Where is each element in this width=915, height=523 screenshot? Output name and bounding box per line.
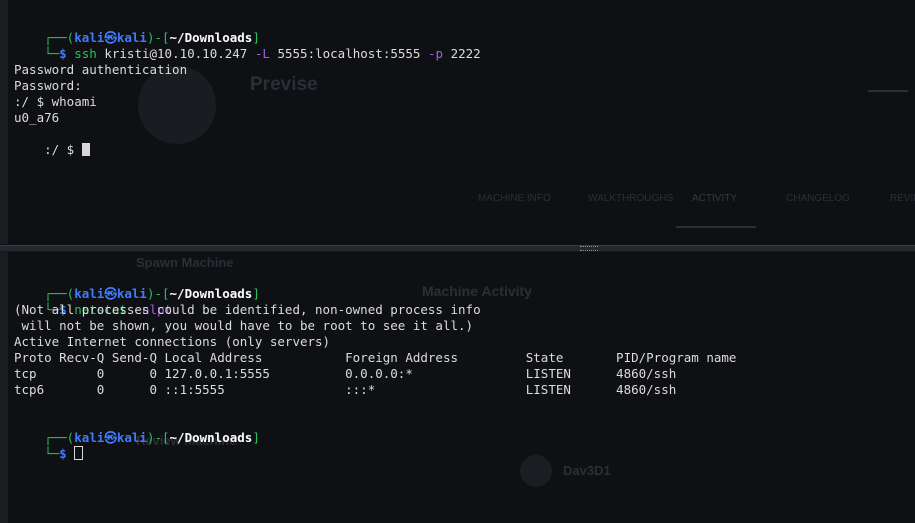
cmd-forward: 5555:localhost:5555 xyxy=(277,46,421,61)
netstat-row: tcp 0 0 127.0.0.1:5555 0.0.0.0:* LISTEN … xyxy=(14,366,677,381)
terminal-pane-top[interactable]: ┌──(kali㉿kali)-[~/Downloads] └─$ ssh kri… xyxy=(0,0,915,244)
prompt-line: ┌──(kali㉿kali)-[~/Downloads] xyxy=(14,414,260,445)
prompt-close: ] xyxy=(252,430,260,445)
pane-splitter[interactable] xyxy=(0,245,915,252)
cmd-flag-L: -L xyxy=(254,46,270,61)
prompt-host: kali xyxy=(116,430,147,445)
output-line: Password authentication xyxy=(14,62,188,77)
shell-prompt-line[interactable]: :/ $ xyxy=(14,126,90,157)
output-line: (Not all processes could be identified, … xyxy=(14,302,481,317)
top-pane-left-edge xyxy=(0,0,8,244)
active-input-line[interactable]: └─$ xyxy=(14,430,84,461)
bottom-pane-left-edge xyxy=(0,252,8,523)
output-line: Active Internet connections (only server… xyxy=(14,334,331,349)
prompt-line: ┌──(kali㉿kali)-[~/Downloads] xyxy=(14,270,260,301)
prompt-close: ] xyxy=(252,286,260,301)
command-line: └─$ netstat -nlpt xyxy=(14,286,172,317)
text-cursor xyxy=(81,143,90,156)
prompt-dir: ~/Downloads xyxy=(169,286,253,301)
prompt-dollar: $ xyxy=(59,46,75,61)
cmd-bin: ssh xyxy=(74,46,97,61)
output-line: Password: xyxy=(14,78,82,93)
netstat-header: Proto Recv-Q Send-Q Local Address Foreig… xyxy=(14,350,737,365)
output-line: will not be shown, you would have to be … xyxy=(14,318,474,333)
output-line: :/ $ whoami xyxy=(14,94,97,109)
prompt-sep: )-[ xyxy=(146,430,170,445)
terminal-pane-bottom[interactable]: ┌──(kali㉿kali)-[~/Downloads] └─$ netstat… xyxy=(0,252,915,523)
text-cursor xyxy=(74,446,84,460)
prompt-tail: └─ xyxy=(44,46,60,61)
output-line: u0_a76 xyxy=(14,110,60,125)
cmd-flag-p: -p xyxy=(428,46,444,61)
splitter-grip[interactable] xyxy=(580,246,598,251)
prompt-at-symbol: ㉿ xyxy=(104,430,117,445)
prompt-tail: └─ xyxy=(44,446,60,461)
command-line: └─$ ssh kristi@10.10.10.247 -L 5555:loca… xyxy=(14,30,481,61)
shell-prompt: :/ $ xyxy=(44,142,82,157)
cmd-target: kristi@10.10.10.247 xyxy=(104,46,248,61)
netstat-row: tcp6 0 0 ::1:5555 :::* LISTEN 4860/ssh xyxy=(14,382,677,397)
cmd-port: 2222 xyxy=(450,46,481,61)
prompt-line: ┌──(kali㉿kali)-[~/Downloads] xyxy=(14,14,260,45)
prompt-dollar: $ xyxy=(59,446,75,461)
prompt-dir: ~/Downloads xyxy=(169,430,253,445)
